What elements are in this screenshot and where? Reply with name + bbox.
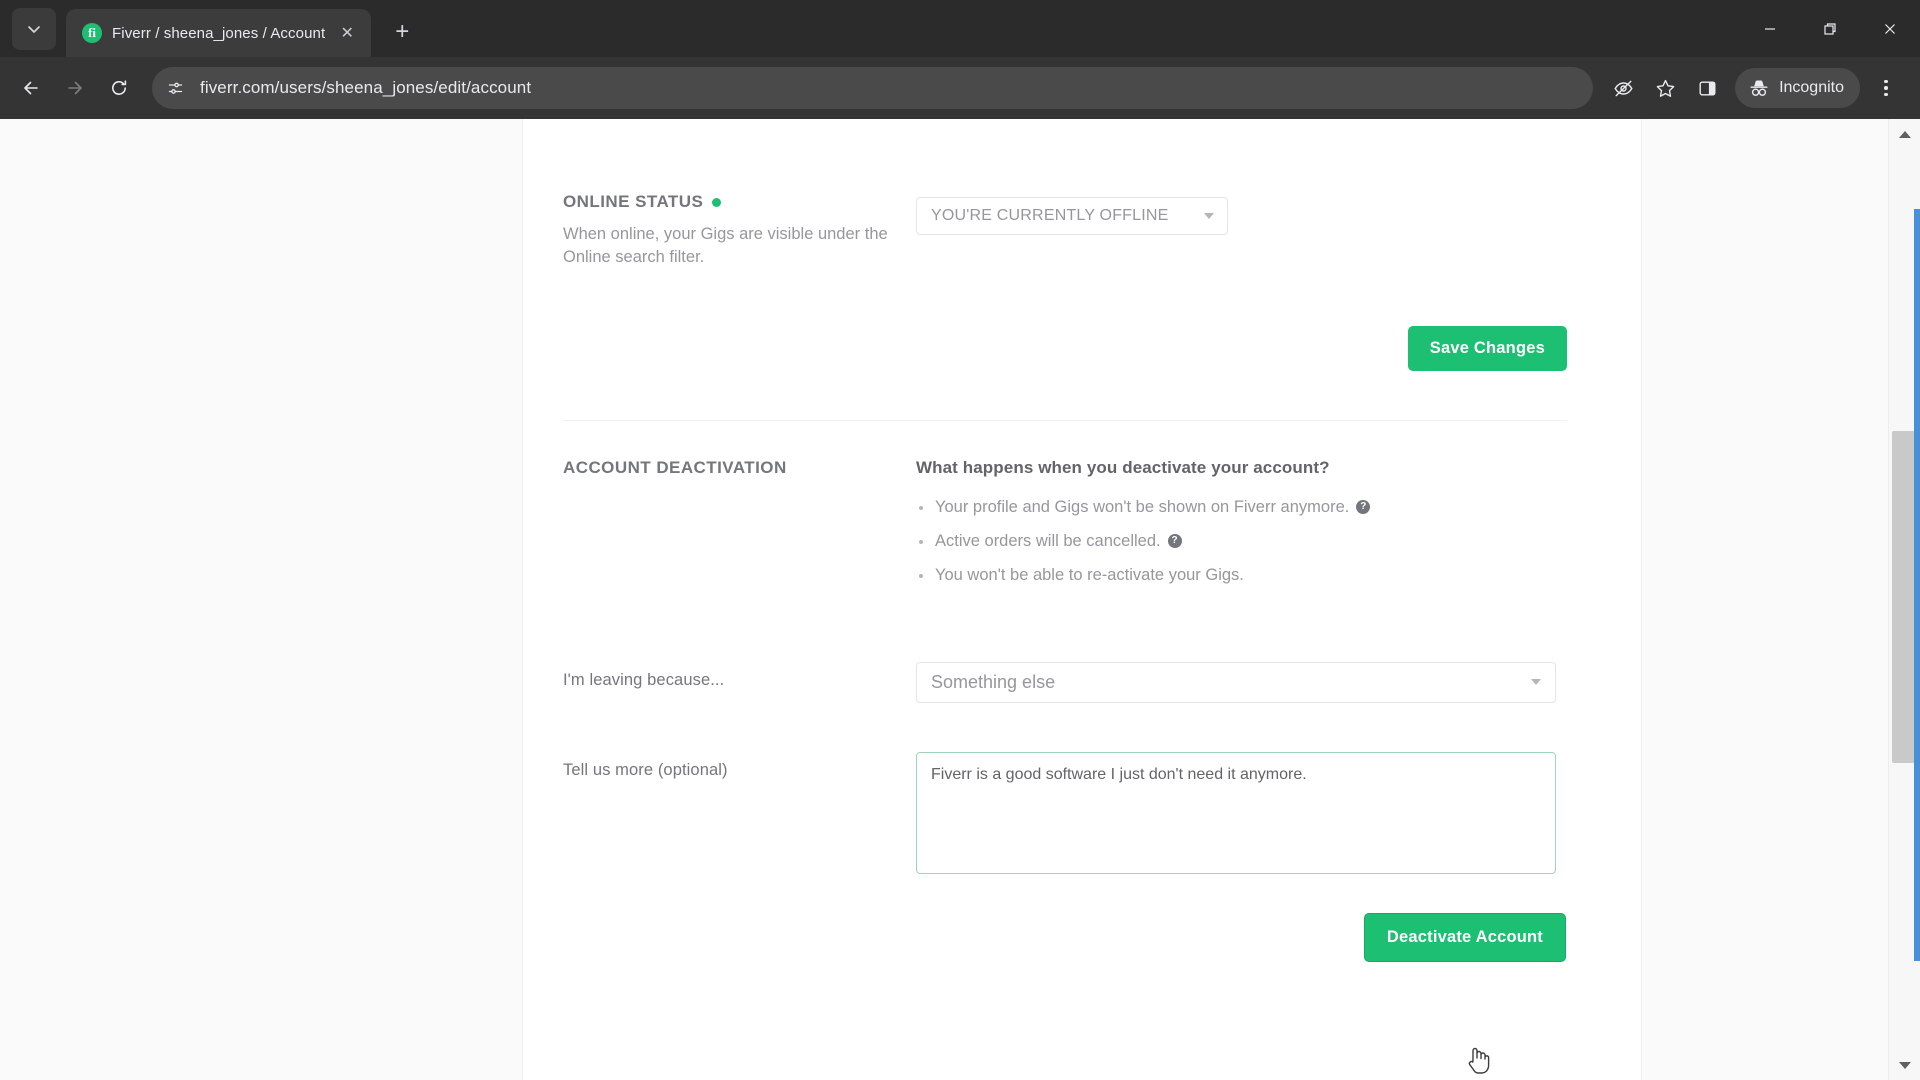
page-content: ONLINE STATUS When online, your Gigs are… [0, 119, 1888, 1080]
scroll-up-arrow-icon[interactable] [1889, 119, 1920, 149]
what-happens-title: What happens when you deactivate your ac… [916, 457, 1330, 477]
leaving-reason-select[interactable]: Something else [916, 661, 1556, 703]
site-settings-icon[interactable] [160, 73, 190, 103]
online-status-dot-icon [712, 197, 722, 207]
leaving-label-col: I'm leaving because... [523, 662, 916, 690]
side-panel-icon[interactable] [1687, 68, 1727, 108]
reload-icon[interactable] [98, 67, 140, 109]
deactivation-consequences-list: Your profile and Gigs won't be shown on … [916, 496, 1641, 587]
tab-search-icon[interactable] [12, 8, 56, 50]
back-arrow-icon[interactable] [10, 67, 52, 109]
list-item-text: You won't be able to re-activate your Gi… [935, 566, 1244, 585]
tell-us-more-label: Tell us more (optional) [563, 760, 728, 779]
help-icon[interactable]: ? [1356, 499, 1371, 514]
new-tab-button[interactable]: + [385, 15, 419, 49]
scrollbar-track[interactable] [1889, 149, 1920, 1050]
deactivation-info-col: What happens when you deactivate your ac… [916, 458, 1641, 599]
list-item: Your profile and Gigs won't be shown on … [916, 496, 1641, 518]
browser-tab[interactable]: fi Fiverr / sheena_jones / Account ✕ [66, 9, 372, 57]
leaving-field-col: Something else [916, 661, 1641, 703]
tab-title: Fiverr / sheena_jones / Account [112, 24, 326, 42]
account-deactivation-section: ACCOUNT DEACTIVATION What happens when y… [523, 421, 1641, 599]
incognito-indicator[interactable]: Incognito [1735, 68, 1860, 108]
leaving-reason-label: I'm leaving because... [563, 670, 725, 689]
chevron-down-icon [1204, 213, 1214, 219]
close-icon[interactable] [1860, 0, 1920, 57]
leaving-reason-row: I'm leaving because... Something else [523, 599, 1641, 703]
online-status-labels: ONLINE STATUS When online, your Gigs are… [523, 192, 916, 270]
online-status-title: ONLINE STATUS [563, 192, 704, 211]
help-icon[interactable]: ? [1167, 534, 1182, 549]
fiverr-favicon-icon: fi [82, 23, 102, 43]
three-dot-menu-icon[interactable] [1866, 68, 1906, 108]
online-status-select-value: YOU'RE CURRENTLY OFFLINE [931, 207, 1169, 224]
eye-slash-icon[interactable] [1603, 68, 1643, 108]
online-status-field: YOU'RE CURRENTLY OFFLINE [916, 192, 1641, 270]
browser-toolbar: fiverr.com/users/sheena_jones/edit/accou… [0, 57, 1920, 119]
deactivate-row: Deactivate Account [523, 874, 1641, 962]
restore-icon[interactable] [1800, 0, 1860, 57]
list-item-text: Active orders will be cancelled. [935, 532, 1161, 551]
tell-label-col: Tell us more (optional) [523, 752, 916, 780]
incognito-label: Incognito [1779, 79, 1844, 96]
online-status-section: ONLINE STATUS When online, your Gigs are… [523, 119, 1641, 270]
tab-close-icon[interactable]: ✕ [335, 21, 359, 45]
url-text: fiverr.com/users/sheena_jones/edit/accou… [200, 78, 532, 97]
account-settings-card: ONLINE STATUS When online, your Gigs are… [522, 119, 1642, 1080]
tell-us-more-textarea[interactable]: Fiverr is a good software I just don't n… [916, 751, 1556, 874]
browser-window: fi Fiverr / sheena_jones / Account ✕ + f… [0, 0, 1920, 1080]
browser-viewport: ONLINE STATUS When online, your Gigs are… [0, 119, 1920, 1080]
online-status-select[interactable]: YOU'RE CURRENTLY OFFLINE [916, 197, 1228, 235]
account-deactivation-title: ACCOUNT DEACTIVATION [563, 457, 787, 477]
deactivate-account-button[interactable]: Deactivate Account [1363, 912, 1566, 962]
list-item-text: Your profile and Gigs won't be shown on … [935, 497, 1350, 516]
list-item: You won't be able to re-activate your Gi… [916, 564, 1641, 586]
tell-field-col: Fiverr is a good software I just don't n… [916, 751, 1641, 874]
list-item: Active orders will be cancelled. ? [916, 530, 1641, 552]
online-status-title-row: ONLINE STATUS [563, 192, 916, 212]
chevron-down-icon [1531, 679, 1541, 686]
leaving-reason-value: Something else [931, 671, 1056, 692]
save-changes-row: Save Changes [523, 270, 1641, 371]
address-bar[interactable]: fiverr.com/users/sheena_jones/edit/accou… [152, 67, 1594, 109]
scroll-down-arrow-icon[interactable] [1889, 1050, 1920, 1080]
focus-highlight-strip [1913, 209, 1920, 961]
page-scrollbar[interactable] [1888, 119, 1920, 1080]
deactivation-label-col: ACCOUNT DEACTIVATION [523, 458, 916, 599]
star-icon[interactable] [1645, 68, 1685, 108]
tell-us-more-row: Tell us more (optional) Fiverr is a good… [523, 703, 1641, 874]
online-status-description: When online, your Gigs are visible under… [563, 225, 888, 267]
minimize-icon[interactable] [1740, 0, 1800, 57]
tab-strip: fi Fiverr / sheena_jones / Account ✕ + [0, 0, 1920, 57]
window-controls [1740, 0, 1920, 57]
save-changes-button[interactable]: Save Changes [1407, 325, 1567, 371]
forward-arrow-icon[interactable] [54, 67, 96, 109]
